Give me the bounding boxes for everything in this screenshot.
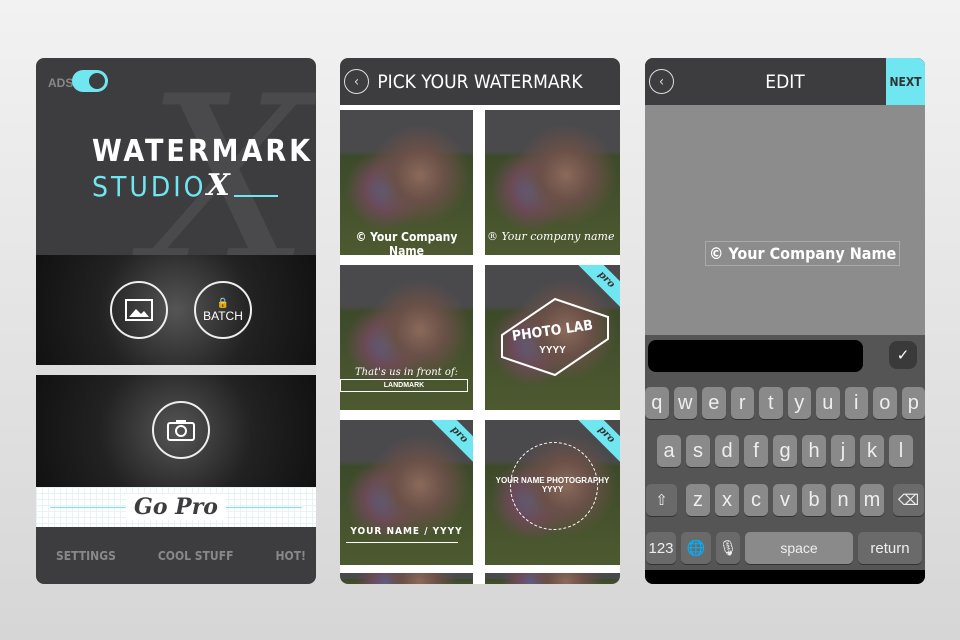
space-key[interactable]: space [745, 532, 853, 564]
key-y[interactable]: y [787, 387, 811, 419]
tile-subtext: LANDMARK [340, 379, 468, 392]
go-pro-label: Go Pro [126, 494, 226, 520]
bottom-nav: SETTINGS COOL STUFF HOT! [36, 527, 316, 584]
pro-badge: pro [431, 420, 473, 463]
home-screen: X ADS WATERMARK STUDIO X 🔒 BATCH Go Pro S… [36, 58, 316, 584]
camera-icon [167, 420, 195, 441]
ads-toggle[interactable] [72, 70, 108, 92]
key-g[interactable]: g [773, 435, 797, 467]
app-subtitle: STUDIO [92, 170, 207, 203]
watermark-tile[interactable]: © Your Company Name [340, 110, 473, 255]
key-i[interactable]: i [844, 387, 868, 419]
shift-key[interactable]: ⇧ [646, 484, 677, 516]
watermark-tile[interactable] [340, 573, 473, 584]
key-m[interactable]: m [860, 484, 884, 516]
tile-subtext: YYYY [539, 345, 566, 356]
tile-text: ® Your company name [487, 230, 615, 243]
batch-label: BATCH [203, 308, 243, 323]
watermark-tile[interactable]: PHOTO LAB YYYY pro [485, 265, 620, 410]
photo-canvas[interactable]: © Your Company Name [645, 105, 925, 335]
tile-text: YOUR NAME PHOTOGRAPHY YYYY [495, 476, 610, 494]
key-e[interactable]: e [702, 387, 726, 419]
edit-screen: ‹ EDIT NEXT © Your Company Name ✓ qwertyu… [645, 58, 925, 584]
image-icon [125, 299, 153, 321]
mic-key[interactable]: 🎙 [716, 532, 740, 564]
key-h[interactable]: h [802, 435, 826, 467]
key-j[interactable]: j [831, 435, 855, 467]
delete-key[interactable]: ⌫ [893, 484, 924, 516]
gallery-button[interactable] [110, 281, 168, 339]
key-u[interactable]: u [816, 387, 840, 419]
keyboard: qwertyuiop asdfghjkl ⇧ zxcvbnm ⌫ 123 🌐 🎙… [645, 378, 925, 570]
key-q[interactable]: q [645, 387, 669, 419]
key-t[interactable]: t [759, 387, 783, 419]
watermark-tile[interactable]: YOUR NAME PHOTOGRAPHY YYYY pro [485, 420, 620, 565]
key-o[interactable]: o [873, 387, 897, 419]
go-pro-button[interactable]: Go Pro [36, 487, 316, 527]
tile-text: © Your Company Name [355, 230, 458, 255]
key-d[interactable]: d [715, 435, 739, 467]
numbers-key[interactable]: 123 [646, 532, 676, 564]
camera-photo-section: 🔒 BATCH [36, 255, 316, 365]
backspace-icon: ⌫ [897, 492, 920, 509]
key-a[interactable]: a [657, 435, 681, 467]
shift-icon: ⇧ [655, 492, 668, 509]
key-b[interactable]: b [802, 484, 826, 516]
back-button[interactable]: ‹ [344, 69, 369, 94]
page-title: EDIT [765, 70, 805, 93]
key-c[interactable]: c [744, 484, 768, 516]
tile-text: That's us in front of: [355, 367, 458, 378]
key-w[interactable]: w [673, 387, 697, 419]
key-z[interactable]: z [686, 484, 710, 516]
watermark-tile[interactable] [485, 573, 620, 584]
check-icon: ✓ [896, 347, 910, 364]
key-l[interactable]: l [889, 435, 913, 467]
watermark-tile[interactable]: YOUR NAME / YYYY pro [340, 420, 473, 565]
key-n[interactable]: n [831, 484, 855, 516]
key-r[interactable]: r [730, 387, 754, 419]
app-title: WATERMARK [92, 134, 314, 169]
microphone-icon: 🎙 [718, 540, 738, 557]
key-x[interactable]: x [715, 484, 739, 516]
return-key[interactable]: return [858, 532, 922, 564]
ads-label: ADS [48, 76, 74, 90]
watermark-tile[interactable]: ® Your company name [485, 110, 620, 255]
key-k[interactable]: k [860, 435, 884, 467]
app-subtitle-x: X [206, 168, 230, 203]
hands-photo-section [36, 375, 316, 487]
header: ‹ PICK YOUR WATERMARK [340, 58, 620, 105]
confirm-button[interactable]: ✓ [889, 341, 917, 369]
back-button[interactable]: ‹ [649, 69, 674, 94]
globe-key[interactable]: 🌐 [681, 532, 711, 564]
lock-icon: 🔒 [216, 297, 230, 309]
next-button[interactable]: NEXT [886, 58, 925, 105]
header: ‹ EDIT NEXT [645, 58, 925, 105]
page-title: PICK YOUR WATERMARK [377, 70, 583, 93]
nav-hot[interactable]: HOT! [275, 549, 306, 563]
watermark-tile[interactable]: That's us in front of: LANDMARK [340, 265, 473, 410]
pick-watermark-screen: ‹ PICK YOUR WATERMARK © Your Company Name… [340, 58, 620, 584]
nav-settings[interactable]: SETTINGS [56, 549, 116, 563]
key-v[interactable]: v [773, 484, 797, 516]
key-s[interactable]: s [686, 435, 710, 467]
key-p[interactable]: p [901, 387, 925, 419]
text-input[interactable] [648, 340, 863, 372]
key-f[interactable]: f [744, 435, 768, 467]
watermark-text[interactable]: © Your Company Name [705, 241, 901, 266]
nav-cool-stuff[interactable]: COOL STUFF [158, 549, 234, 563]
globe-icon: 🌐 [686, 540, 706, 557]
tile-text: YOUR NAME / YYYY [350, 526, 463, 537]
batch-button[interactable]: 🔒 BATCH [194, 281, 252, 339]
camera-button[interactable] [152, 401, 210, 459]
